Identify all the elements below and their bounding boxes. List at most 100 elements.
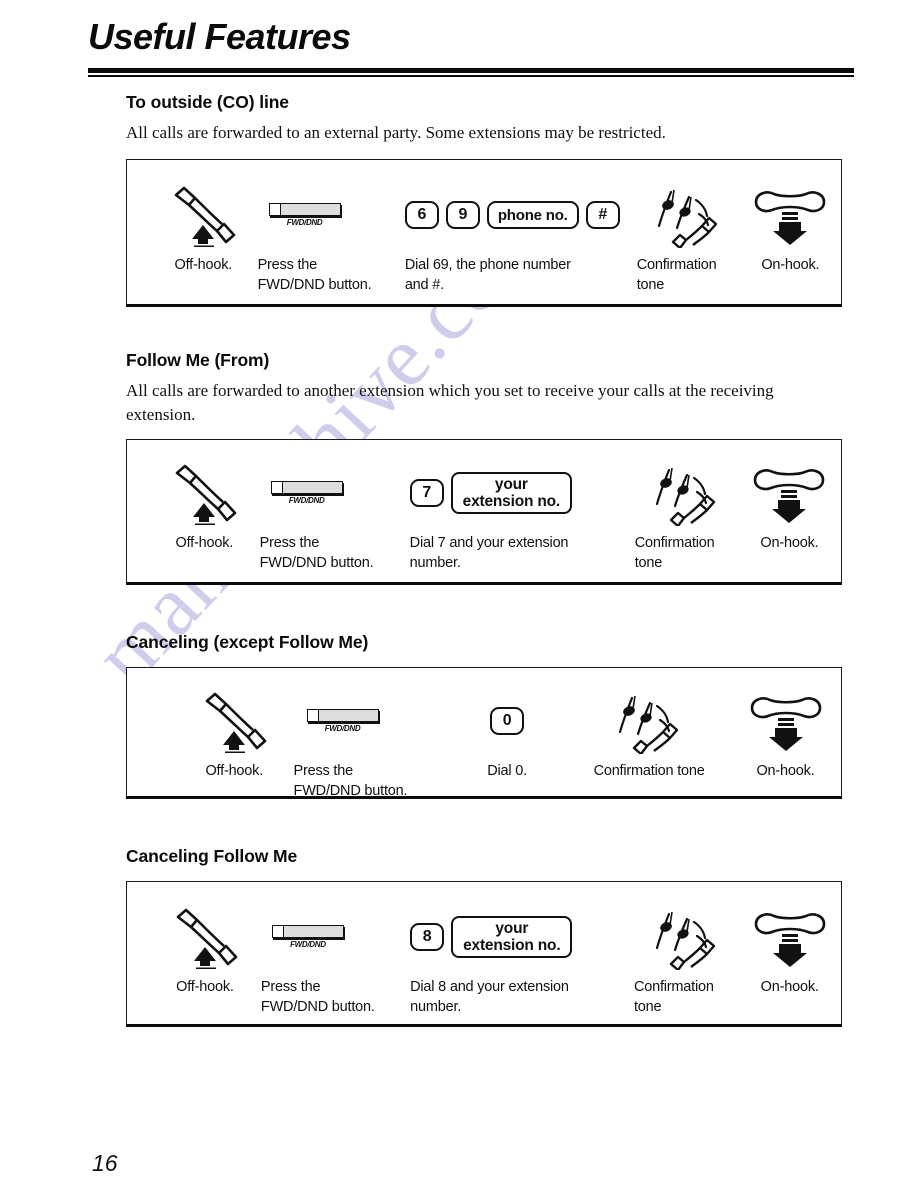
step-dial-7-extension: 7 your extension no. Dial 7 and your ext…	[409, 460, 635, 573]
section-canceling-follow-me: Canceling Follow Me Off-hook. FWD/DND Pr…	[126, 846, 842, 1027]
section-heading: Follow Me (From)	[126, 350, 270, 370]
step-dial-69: 6 9 phone no. # Dial 69, the phone numbe…	[404, 182, 637, 295]
step-label: Confirmation tone	[593, 763, 705, 779]
section-to-outside-co-line: To outside (CO) line All calls are forwa…	[126, 92, 842, 308]
handset-off-hook-icon	[149, 460, 260, 526]
manual-page: Useful Features To outside (CO) line All…	[0, 0, 918, 1188]
fwd-dnd-bar	[306, 709, 379, 722]
key-6[interactable]: 6	[404, 201, 439, 230]
step-confirmation-tone: Confirmation tone	[568, 688, 730, 782]
step-on-hook: On-hook.	[730, 688, 841, 782]
fwd-dnd-button-label: FWD/DND	[288, 496, 325, 506]
step-press-fwd-dnd: FWD/DND Press the FWD/DND button.	[261, 904, 410, 1017]
step-label: Press the FWD/DND button.	[293, 763, 408, 799]
fwd-dnd-button-icon: FWD/DND	[260, 460, 418, 526]
step-off-hook: Off-hook.	[149, 460, 260, 554]
key-your-extension-no[interactable]: your extension no.	[451, 916, 573, 958]
step-label: On-hook.	[760, 535, 819, 552]
step-label: Confirmation tone	[633, 979, 714, 1015]
step-label: Off-hook.	[174, 257, 233, 274]
fwd-dnd-bar	[270, 481, 343, 495]
procedure-box: Off-hook. FWD/DND Press the FWD/DND butt…	[126, 667, 842, 799]
section-follow-me-from: Follow Me (From) All calls are forwarded…	[126, 350, 842, 586]
step-label: Off-hook.	[175, 535, 234, 552]
step-label: Press the FWD/DND button.	[257, 257, 372, 293]
procedure-box: Off-hook. FWD/DND Press the FWD/DND butt…	[126, 439, 842, 586]
fwd-dnd-button-label: FWD/DND	[286, 218, 323, 228]
step-on-hook: On-hook.	[740, 182, 841, 276]
step-confirmation-tone: Confirmation tone	[637, 182, 740, 295]
key-8[interactable]: 8	[410, 923, 445, 951]
step-label: Confirmation tone	[634, 535, 715, 571]
step-dial-0: 0 Dial 0.	[446, 688, 568, 782]
step-label: Confirmation tone	[636, 257, 717, 293]
confirmation-tone-icon	[635, 460, 738, 527]
step-press-fwd-dnd: FWD/DND Press the FWD/DND button.	[258, 182, 405, 295]
step-label: Off-hook.	[205, 763, 264, 779]
key-line-2: extension no.	[462, 493, 561, 511]
fwd-dnd-button-icon: FWD/DND	[258, 182, 413, 248]
fwd-dnd-button-label: FWD/DND	[324, 724, 361, 733]
handset-off-hook-icon	[149, 182, 258, 248]
key-line-1: your	[495, 919, 529, 937]
handset-on-hook-icon	[730, 688, 841, 754]
dial-keys-icon: 7 your extension no.	[409, 460, 635, 526]
key-7[interactable]: 7	[409, 479, 444, 508]
handset-on-hook-icon	[738, 904, 841, 970]
step-label: Press the FWD/DND button.	[260, 979, 375, 1015]
fwd-dnd-lamp	[271, 482, 283, 494]
fwd-dnd-bar	[271, 925, 344, 938]
key-line-2: extension no.	[463, 937, 561, 954]
dial-keys-icon: 6 9 phone no. #	[404, 182, 637, 248]
key-9[interactable]: 9	[445, 201, 480, 230]
handset-off-hook-icon	[175, 688, 294, 754]
key-phone-no[interactable]: phone no.	[486, 201, 579, 230]
step-off-hook: Off-hook.	[175, 688, 294, 782]
step-label: On-hook.	[756, 763, 815, 779]
step-confirmation-tone: Confirmation tone	[634, 904, 738, 1017]
step-press-fwd-dnd: FWD/DND Press the FWD/DND button.	[260, 460, 410, 573]
handset-off-hook-icon	[149, 904, 261, 970]
step-confirmation-tone: Confirmation tone	[635, 460, 738, 573]
fwd-dnd-button-label: FWD/DND	[290, 940, 326, 949]
fwd-dnd-lamp	[272, 926, 284, 937]
step-press-fwd-dnd: FWD/DND Press the FWD/DND button.	[294, 688, 446, 801]
step-label: Dial 0.	[487, 763, 527, 779]
confirmation-tone-icon	[634, 904, 738, 970]
key-line-1: your	[494, 475, 528, 493]
dial-keys-icon: 8 your extension no.	[410, 904, 634, 970]
step-label: Off-hook.	[176, 979, 234, 995]
page-number: 16	[92, 1150, 118, 1176]
key-your-extension-no[interactable]: your extension no.	[450, 472, 572, 515]
fwd-dnd-button-icon: FWD/DND	[294, 688, 456, 754]
confirmation-tone-icon	[568, 688, 730, 754]
section-heading: Canceling Follow Me	[126, 846, 298, 866]
fwd-dnd-button-icon: FWD/DND	[261, 904, 418, 970]
key-0[interactable]: 0	[490, 707, 525, 735]
step-label: Dial 69, the phone number and #.	[404, 257, 571, 293]
section-heading: To outside (CO) line	[126, 92, 289, 112]
section-body: All calls are forwarded to an external p…	[126, 123, 666, 142]
key-hash[interactable]: #	[585, 201, 620, 230]
fwd-dnd-lamp	[269, 204, 281, 216]
step-label: Dial 8 and your extension number.	[410, 979, 569, 1015]
section-canceling-except-follow-me: Canceling (except Follow Me) Off-hook. F…	[126, 632, 842, 799]
step-off-hook: Off-hook.	[149, 904, 261, 998]
step-on-hook: On-hook.	[738, 904, 841, 998]
step-label: On-hook.	[760, 979, 819, 995]
title-rule	[88, 68, 854, 77]
handset-on-hook-icon	[740, 182, 841, 248]
handset-on-hook-icon	[738, 460, 841, 526]
confirmation-tone-icon	[637, 182, 740, 249]
page-title: Useful Features	[88, 16, 351, 57]
step-label: Press the FWD/DND button.	[259, 535, 374, 571]
step-label: On-hook.	[761, 257, 820, 274]
section-heading: Canceling (except Follow Me)	[126, 632, 369, 652]
step-on-hook: On-hook.	[738, 460, 841, 554]
step-off-hook: Off-hook.	[149, 182, 258, 276]
section-body: All calls are forwarded to another exten…	[126, 381, 774, 425]
procedure-box: Off-hook. FWD/DND Press the FWD/DND butt…	[126, 159, 842, 308]
step-label: Dial 7 and your extension number.	[409, 535, 569, 571]
fwd-dnd-bar	[268, 203, 341, 217]
fwd-dnd-lamp	[307, 710, 319, 721]
